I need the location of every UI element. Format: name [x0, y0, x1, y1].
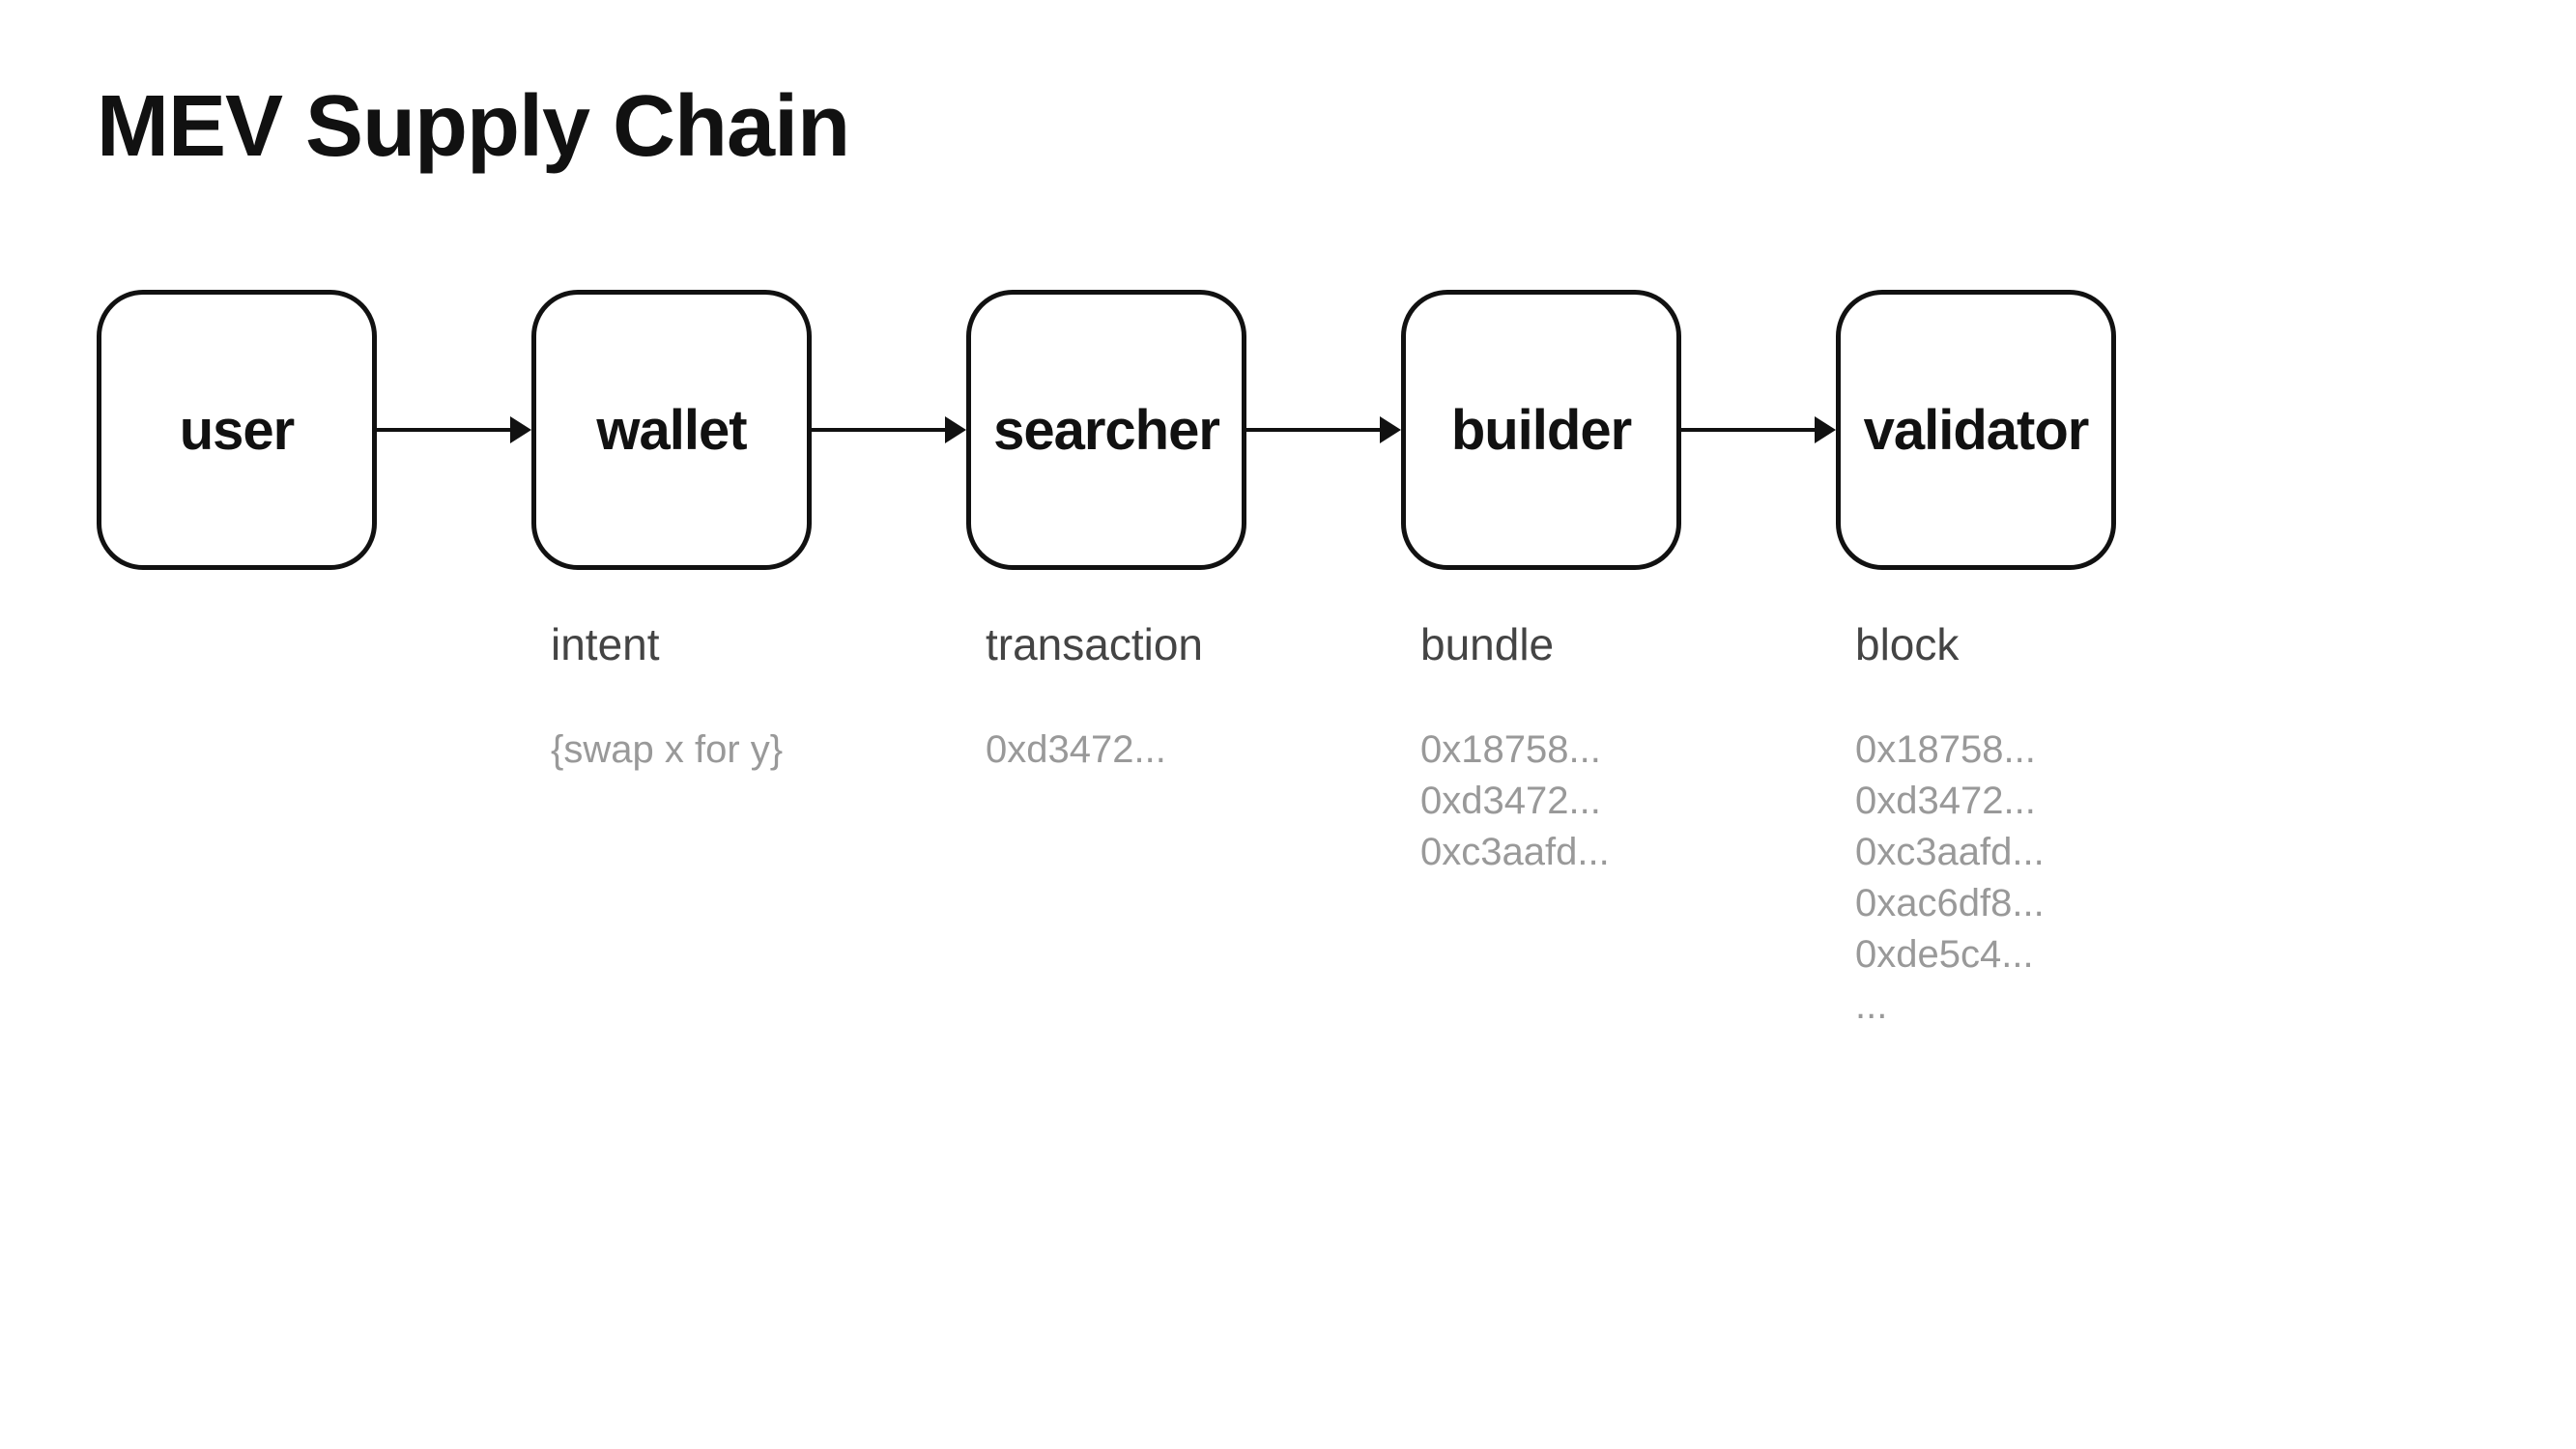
arrow-line-3 [1246, 428, 1380, 432]
arrow-3 [1246, 416, 1401, 443]
page-title: MEV Supply Chain [97, 77, 849, 177]
arrow-line-1 [377, 428, 510, 432]
label-wallet-subitems: {swap x for y} [531, 728, 783, 772]
arrow-head-2 [945, 416, 966, 443]
label-wallet: intent {swap x for y} [531, 618, 812, 772]
validator-sub-5: ... [1855, 984, 2045, 1028]
nodes-row: user wallet searcher builder [77, 290, 2499, 570]
node-user-label: user [180, 398, 295, 463]
label-validator-subitems: 0x18758... 0xd3472... 0xc3aafd... 0xac6d… [1836, 728, 2045, 1028]
arrow-1 [377, 416, 531, 443]
diagram-area: user wallet searcher builder [77, 290, 2499, 1028]
searcher-sub-0: 0xd3472... [986, 728, 1166, 772]
node-wallet: wallet [531, 290, 812, 570]
node-builder: builder [1401, 290, 1681, 570]
validator-sub-2: 0xc3aafd... [1855, 831, 2045, 874]
label-builder-subitems: 0x18758... 0xd3472... 0xc3aafd... [1401, 728, 1610, 874]
node-validator-label: validator [1864, 398, 2089, 463]
arrow-2 [812, 416, 966, 443]
validator-sub-3: 0xac6df8... [1855, 882, 2045, 925]
arrow-head-4 [1815, 416, 1836, 443]
label-validator: block 0x18758... 0xd3472... 0xc3aafd... … [1836, 618, 2116, 1028]
node-user: user [97, 290, 377, 570]
builder-sub-1: 0xd3472... [1420, 780, 1610, 823]
label-wallet-text: intent [531, 618, 660, 670]
labels-row: intent {swap x for y} transaction 0xd347… [77, 618, 2499, 1028]
validator-sub-4: 0xde5c4... [1855, 933, 2045, 977]
node-searcher-label: searcher [993, 398, 1219, 463]
node-searcher: searcher [966, 290, 1246, 570]
arrow-head-1 [510, 416, 531, 443]
builder-sub-2: 0xc3aafd... [1420, 831, 1610, 874]
builder-sub-0: 0x18758... [1420, 728, 1610, 772]
label-searcher: transaction 0xd3472... [966, 618, 1246, 772]
wallet-sub-0: {swap x for y} [551, 728, 783, 772]
label-validator-text: block [1836, 618, 1959, 670]
arrow-line-4 [1681, 428, 1815, 432]
arrow-head-3 [1380, 416, 1401, 443]
arrow-4 [1681, 416, 1836, 443]
label-builder-text: bundle [1401, 618, 1554, 670]
validator-sub-0: 0x18758... [1855, 728, 2045, 772]
validator-sub-1: 0xd3472... [1855, 780, 2045, 823]
node-validator: validator [1836, 290, 2116, 570]
label-searcher-text: transaction [966, 618, 1203, 670]
label-builder: bundle 0x18758... 0xd3472... 0xc3aafd... [1401, 618, 1681, 874]
arrow-line-2 [812, 428, 945, 432]
label-searcher-subitems: 0xd3472... [966, 728, 1166, 772]
node-wallet-label: wallet [596, 398, 746, 463]
node-builder-label: builder [1451, 398, 1631, 463]
